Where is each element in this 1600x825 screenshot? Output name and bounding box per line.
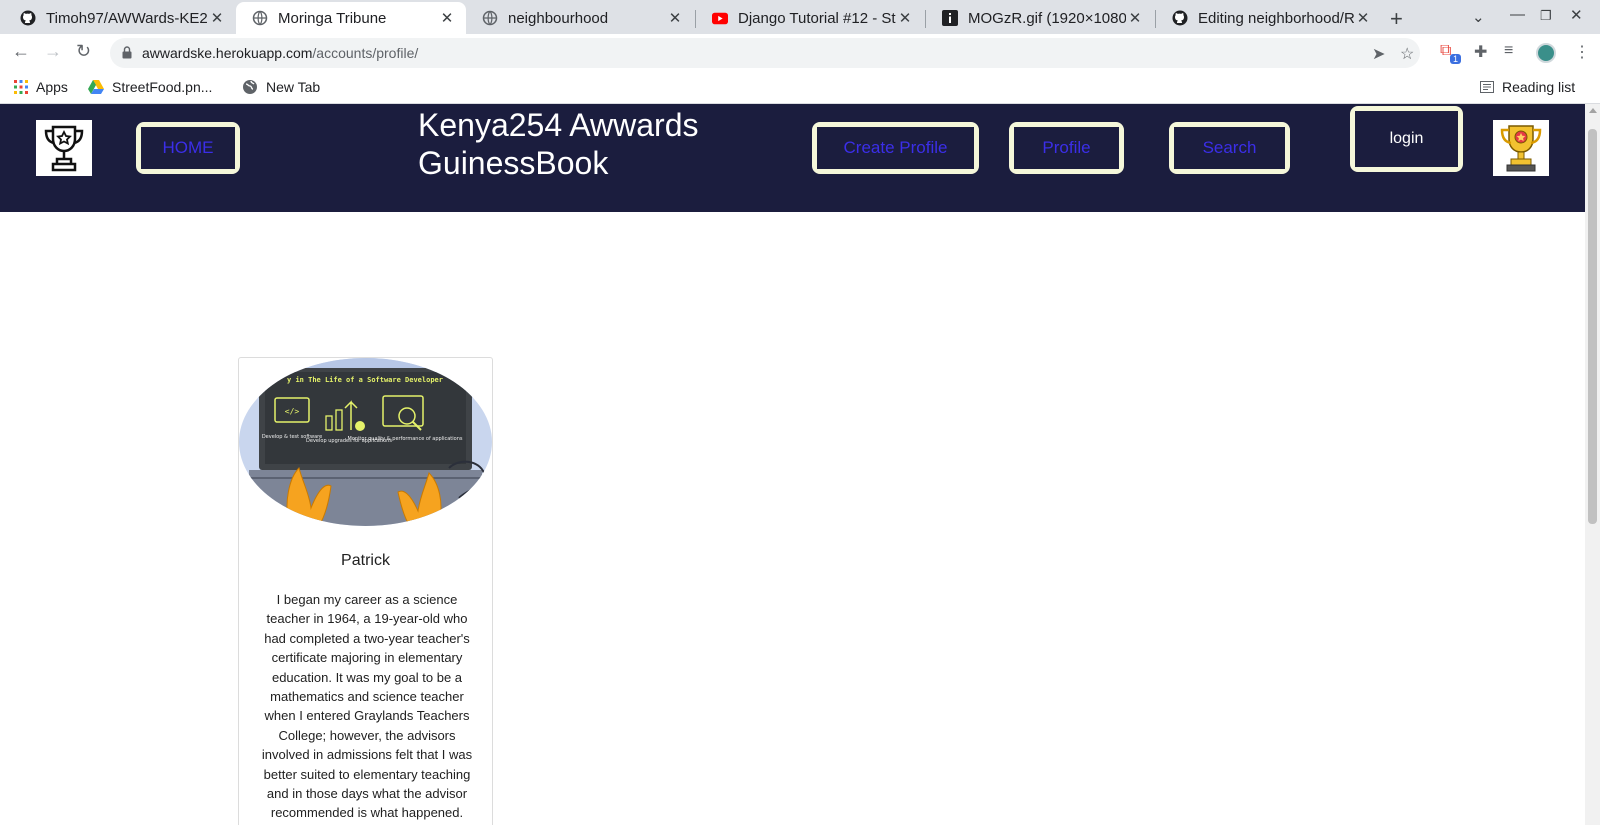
browser-toolbar: ← → ↻ awwardske.herokuapp.com/accounts/p… (0, 34, 1600, 72)
tab-title: Moringa Tribune (278, 9, 387, 27)
home-button[interactable]: HOME (136, 122, 240, 174)
close-icon[interactable]: ✕ (1354, 9, 1372, 27)
restore-icon[interactable]: ❐ (1540, 8, 1552, 24)
globe-icon (242, 79, 258, 95)
reading-list-label: Reading list (1502, 79, 1576, 95)
close-window-icon[interactable]: ✕ (1570, 6, 1583, 24)
menu-kebab-icon[interactable]: ⋮ (1574, 42, 1590, 62)
page-viewport: HOME Kenya254 Awwards GuinessBook Create… (0, 104, 1585, 825)
globe-icon (252, 10, 268, 26)
home-link[interactable]: HOME (141, 127, 235, 169)
profile-link[interactable]: Profile (1014, 127, 1119, 169)
close-icon[interactable]: ✕ (208, 9, 226, 27)
software-developer-illustration: y in The Life of a Software Developer </… (239, 358, 492, 526)
reload-icon[interactable]: ↻ (76, 41, 91, 62)
media-queue-icon[interactable]: ≡ (1504, 42, 1513, 60)
address-url: awwardske.herokuapp.com/accounts/profile… (142, 45, 418, 61)
login-label[interactable]: login (1355, 111, 1458, 167)
url-path: /accounts/profile/ (312, 45, 419, 61)
back-icon[interactable]: ← (12, 41, 30, 62)
close-icon[interactable]: ✕ (438, 9, 456, 27)
drive-icon (88, 80, 104, 94)
scroll-up-icon[interactable] (1589, 108, 1597, 113)
illustration-caption: y in The Life of a Software Developer (287, 376, 443, 384)
trophy-outline-icon (44, 125, 84, 172)
reading-list-icon (1480, 81, 1494, 93)
site-logo[interactable] (36, 120, 92, 176)
info-icon (942, 10, 958, 26)
profile-card: y in The Life of a Software Developer </… (238, 357, 493, 825)
close-icon[interactable]: ✕ (896, 9, 914, 27)
bookmark-streetfood[interactable]: StreetFood.pn... (88, 79, 212, 95)
tab-title: Editing neighborhood/R (1198, 9, 1354, 27)
site-navbar: HOME Kenya254 Awwards GuinessBook Create… (0, 104, 1585, 212)
tab-title: Timoh97/AWWards-KE2 (46, 9, 208, 27)
github-icon (1172, 10, 1188, 26)
forward-icon[interactable]: → (44, 41, 62, 62)
minimize-icon[interactable]: — (1510, 6, 1525, 23)
github-icon (20, 10, 36, 26)
avatar[interactable] (1536, 43, 1556, 63)
login-button[interactable]: login (1350, 106, 1463, 172)
tab-mogzr-gif[interactable]: MOGzR.gif (1920×1080) ✕ (926, 2, 1154, 34)
create-profile-link[interactable]: Create Profile (817, 127, 974, 169)
apps-grid-icon (14, 80, 28, 94)
close-icon[interactable]: ✕ (1126, 9, 1144, 27)
tab-django-tutorial[interactable]: Django Tutorial #12 - St ✕ (696, 2, 924, 34)
search-link[interactable]: Search (1174, 127, 1285, 169)
profile-bio: I began my career as a science teacher i… (261, 592, 473, 821)
url-host: awwardske.herokuapp.com (142, 45, 313, 61)
create-profile-button[interactable]: Create Profile (812, 122, 979, 174)
search-button[interactable]: Search (1169, 122, 1290, 174)
profile-picture: y in The Life of a Software Developer </… (239, 358, 492, 526)
bookmark-label: New Tab (266, 79, 321, 95)
svg-text:</>: </> (285, 407, 300, 416)
page-scrollbar[interactable] (1585, 104, 1600, 825)
tab-title: MOGzR.gif (1920×1080) (968, 9, 1126, 27)
profile-button[interactable]: Profile (1009, 122, 1124, 174)
bookmark-apps[interactable]: Apps (14, 79, 68, 95)
tab-github-awwards[interactable]: Timoh97/AWWards-KE2 ✕ (4, 2, 236, 34)
scrollbar-thumb[interactable] (1588, 129, 1597, 524)
profile-name: Patrick (341, 552, 390, 569)
tab-moringa-tribune[interactable]: Moringa Tribune ✕ (236, 2, 466, 34)
puzzle-icon[interactable]: ✚ (1474, 42, 1487, 62)
send-icon[interactable]: ➤ (1372, 44, 1385, 64)
tab-title: Django Tutorial #12 - St (738, 9, 896, 27)
tab-strip: Timoh97/AWWards-KE2 ✕ Moringa Tribune ✕ … (0, 0, 1600, 34)
site-brand-title: Kenya254 Awwards GuinessBook (418, 107, 699, 181)
address-bar[interactable]: awwardske.herokuapp.com/accounts/profile… (110, 38, 1420, 68)
lock-icon (122, 46, 132, 59)
bookmark-label: StreetFood.pn... (112, 79, 213, 95)
new-tab-button[interactable]: + (1390, 6, 1403, 32)
close-icon[interactable]: ✕ (666, 9, 684, 27)
gold-trophy-icon (1500, 125, 1542, 172)
reading-list-button[interactable]: Reading list (1480, 79, 1575, 95)
globe-icon (482, 10, 498, 26)
tab-search-icon[interactable]: ⌄ (1472, 8, 1485, 26)
youtube-icon (712, 10, 728, 26)
tab-editing-neighborhood[interactable]: Editing neighborhood/R ✕ (1156, 2, 1382, 34)
extension-badge-count: 1 (1450, 54, 1462, 64)
tab-title: neighbourhood (508, 9, 609, 27)
illustration-step-3: Monitor quality & performance of applica… (348, 436, 463, 442)
bookmarks-bar: Apps StreetFood.pn... New Tab Reading li… (0, 72, 1600, 104)
bookmark-new-tab[interactable]: New Tab (242, 79, 320, 95)
star-icon[interactable]: ☆ (1400, 44, 1414, 64)
bookmark-label: Apps (36, 79, 68, 95)
trophy-logo (1493, 120, 1549, 176)
tab-neighbourhood[interactable]: neighbourhood ✕ (466, 2, 694, 34)
